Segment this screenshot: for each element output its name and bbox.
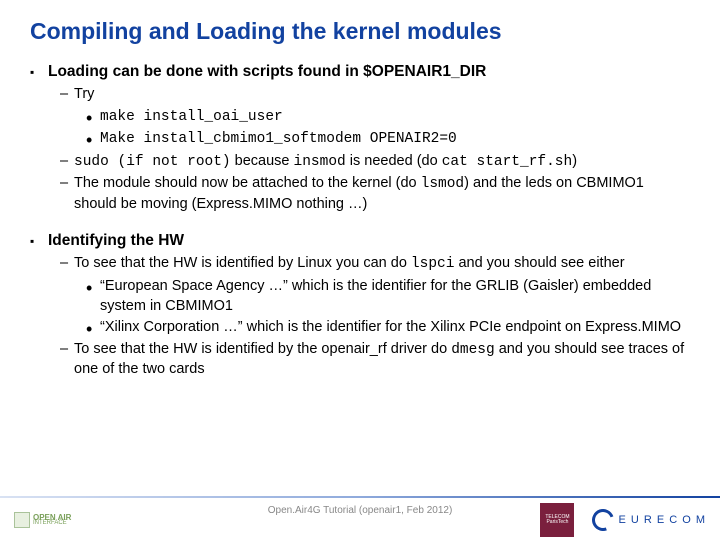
code: lspci xyxy=(411,256,455,272)
eurecom-icon xyxy=(589,505,618,534)
logo-telecom: TELECOM ParisTech xyxy=(540,503,574,537)
text: ) xyxy=(572,153,577,169)
text: because xyxy=(231,153,294,169)
footer-rule xyxy=(0,496,720,498)
eurecom-text: E U R E C O M xyxy=(618,514,706,526)
item-module: The module should now be attached to the… xyxy=(30,174,690,214)
text: To see that the HW is identified by Linu… xyxy=(74,255,411,271)
logo-group-right: TELECOM ParisTech E U R E C O M xyxy=(540,503,706,537)
text: The module should now be attached to the… xyxy=(74,175,421,191)
code: cat start_rf.sh xyxy=(442,154,573,170)
item-sudo: sudo (if not root) because insmod is nee… xyxy=(30,152,690,173)
text: To see that the HW is identified by the … xyxy=(74,341,451,357)
text: is needed (do xyxy=(346,153,442,169)
page-title: Compiling and Loading the kernel modules xyxy=(30,18,690,45)
item-xilinx: “Xilinx Corporation …” which is the iden… xyxy=(30,318,690,338)
logo-eurecom: E U R E C O M xyxy=(592,509,706,531)
logo-openair: OPEN AIR INTERFACE xyxy=(14,512,71,528)
openair-icon xyxy=(14,512,30,528)
code: sudo (if not root) xyxy=(74,154,231,170)
telecom-line2: ParisTech xyxy=(546,520,568,526)
openair-text: OPEN AIR INTERFACE xyxy=(33,514,71,527)
cmd-make-cbmimo: Make install_cbmimo1_softmodem OPENAIR2=… xyxy=(30,129,690,150)
code: insmod xyxy=(294,154,346,170)
cmd-make-oai: make install_oai_user xyxy=(30,107,690,128)
item-dmesg: To see that the HW is identified by the … xyxy=(30,340,690,380)
item-lspci: To see that the HW is identified by Linu… xyxy=(30,254,690,275)
code: lsmod xyxy=(421,176,465,192)
code: dmesg xyxy=(451,342,495,358)
section-identify: Identifying the HW xyxy=(30,232,690,250)
code: Make install_cbmimo1_softmodem OPENAIR2=… xyxy=(100,131,457,147)
item-try: Try xyxy=(30,85,690,105)
text: and you should see either xyxy=(454,255,624,271)
code: make install_oai_user xyxy=(100,109,283,125)
item-esa: “European Space Agency …” which is the i… xyxy=(30,277,690,316)
section-loading: Loading can be done with scripts found i… xyxy=(30,63,690,81)
footer-bar: OPEN AIR INTERFACE TELECOM ParisTech E U… xyxy=(0,500,720,540)
slide-content: Compiling and Loading the kernel modules… xyxy=(0,0,720,380)
openair-line2: INTERFACE xyxy=(33,521,71,526)
